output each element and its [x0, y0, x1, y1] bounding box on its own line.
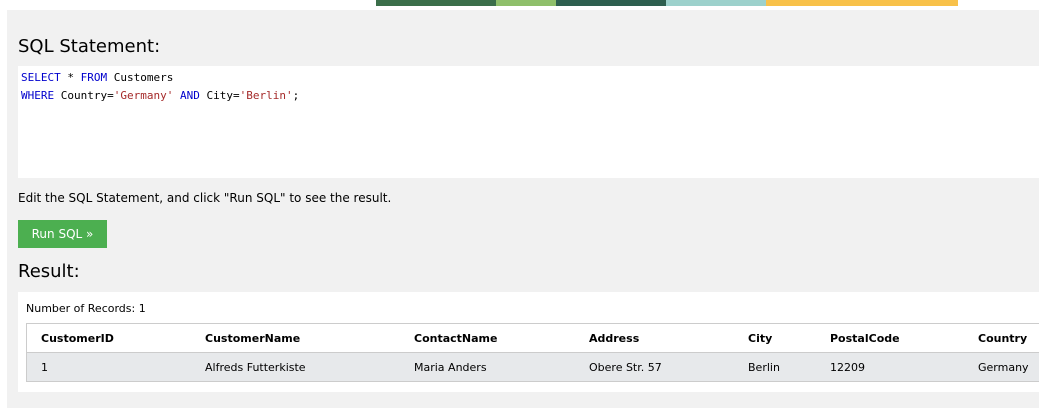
column-header: Country [978, 331, 1028, 345]
sql-line-2: WHERE Country='Germany' AND City='Berlin… [21, 87, 1039, 105]
result-table: CustomerID CustomerName ContactName Addr… [26, 323, 1039, 382]
banner-segment [556, 0, 666, 6]
sql-keyword: WHERE [21, 89, 55, 102]
banner-segment [496, 0, 556, 6]
banner-segment [766, 0, 958, 6]
sql-keyword: FROM [80, 71, 108, 84]
sql-keyword: AND [179, 89, 200, 102]
record-count: Number of Records: 1 [26, 302, 146, 315]
banner-segment [376, 0, 496, 6]
sql-text: * [60, 71, 81, 84]
table-cell: Obere Str. 57 [589, 360, 662, 374]
table-cell: 12209 [830, 360, 865, 374]
table-cell: 1 [41, 360, 48, 374]
result-heading: Result: [18, 261, 80, 282]
sql-editor[interactable]: SELECT * FROM Customers WHERE Country='Ge… [18, 66, 1039, 178]
table-cell: Maria Anders [414, 360, 487, 374]
sql-string: 'Germany' [113, 89, 174, 102]
column-header: Address [589, 331, 640, 345]
table-cell: Germany [978, 360, 1029, 374]
tryit-panel: SQL Statement: SELECT * FROM Customers WH… [7, 10, 1039, 408]
sql-keyword: SELECT [21, 71, 61, 84]
table-row: 1 Alfreds Futterkiste Maria Anders Obere… [26, 352, 1039, 382]
run-sql-button[interactable]: Run SQL » [18, 220, 107, 248]
column-header: CustomerName [205, 331, 301, 345]
ad-banner-strip[interactable] [376, 0, 958, 6]
sql-text: Customers [107, 71, 174, 84]
sql-text: City= [199, 89, 240, 102]
result-container: Number of Records: 1 CustomerID Customer… [18, 292, 1039, 392]
instruction-text: Edit the SQL Statement, and click "Run S… [18, 191, 392, 205]
column-header: ContactName [414, 331, 498, 345]
banner-segment [666, 0, 766, 6]
column-header: CustomerID [41, 331, 114, 345]
sql-text: Country= [54, 89, 114, 102]
table-cell: Alfreds Futterkiste [205, 360, 306, 374]
sql-line-1: SELECT * FROM Customers [21, 69, 1039, 87]
sql-statement-heading: SQL Statement: [18, 36, 161, 57]
column-header: PostalCode [830, 331, 900, 345]
table-cell: Berlin [748, 360, 780, 374]
sql-string: 'Berlin' [239, 89, 293, 102]
column-header: City [748, 331, 773, 345]
table-header-row: CustomerID CustomerName ContactName Addr… [26, 323, 1039, 353]
sql-text: ; [292, 89, 300, 102]
